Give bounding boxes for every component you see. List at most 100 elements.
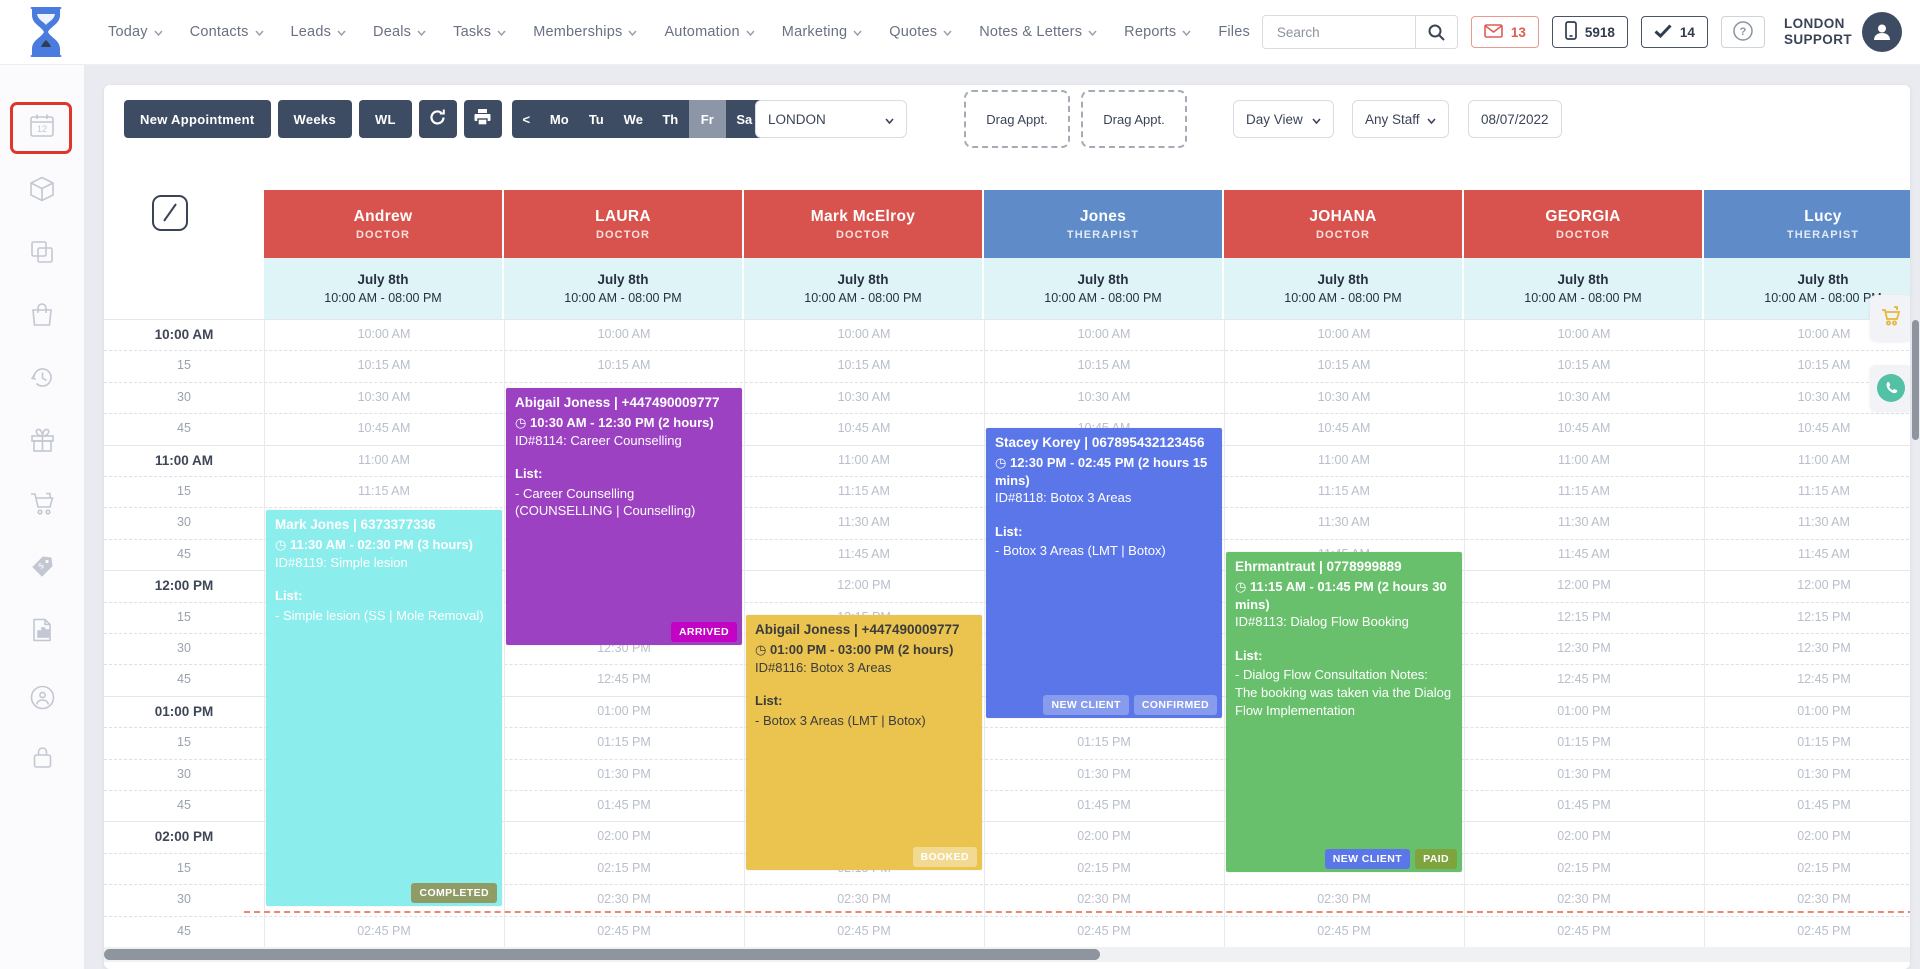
slot-cell[interactable]: 02:00 PM xyxy=(504,829,744,843)
sidebar-item-cart[interactable] xyxy=(25,489,59,523)
slot-cell[interactable]: 11:15 AM xyxy=(1704,484,1910,498)
day-button-tu[interactable]: Tu xyxy=(578,100,615,138)
staff-column-header-jones[interactable]: Jones THERAPIST xyxy=(984,190,1224,258)
sidebar-item-pages[interactable] xyxy=(25,237,59,271)
whatsapp-tool-button[interactable] xyxy=(1870,365,1910,411)
slot-cell[interactable]: 10:30 AM xyxy=(1464,390,1704,404)
slot-cell[interactable]: 02:45 PM xyxy=(744,924,984,938)
slot-cell[interactable]: 11:45 AM xyxy=(744,547,984,561)
slot-cell[interactable]: 12:00 PM xyxy=(1704,578,1910,592)
menu-item-tasks[interactable]: Tasks xyxy=(453,24,506,40)
menu-item-automation[interactable]: Automation xyxy=(664,24,755,40)
slot-cell[interactable]: 11:15 AM xyxy=(1224,484,1464,498)
slot-cell[interactable]: 10:15 AM xyxy=(504,358,744,372)
appointment-block[interactable]: Stacey Korey | 067895432123456 ◷ 12:30 PM… xyxy=(986,428,1222,718)
date-picker[interactable]: 08/07/2022 xyxy=(1468,100,1562,138)
slot-cell[interactable]: 01:45 PM xyxy=(504,798,744,812)
menu-item-reports[interactable]: Reports xyxy=(1124,24,1191,40)
slot-cell[interactable]: 10:00 AM xyxy=(984,327,1224,341)
slot-cell[interactable]: 01:15 PM xyxy=(1464,735,1704,749)
slot-cell[interactable]: 10:15 AM xyxy=(1464,358,1704,372)
waitlist-button[interactable]: WL xyxy=(358,100,412,138)
slot-cell[interactable]: 11:00 AM xyxy=(264,453,504,467)
slot-cell[interactable]: 10:45 AM xyxy=(1224,421,1464,435)
slot-cell[interactable]: 11:30 AM xyxy=(744,515,984,529)
menu-item-today[interactable]: Today xyxy=(108,24,163,40)
slot-cell[interactable]: 02:30 PM xyxy=(744,892,984,906)
slot-cell[interactable]: 12:30 PM xyxy=(1704,641,1910,655)
slot-cell[interactable]: 01:45 PM xyxy=(1704,798,1910,812)
search-icon[interactable] xyxy=(1414,16,1457,48)
slot-cell[interactable]: 02:00 PM xyxy=(1704,829,1910,843)
menu-item-files[interactable]: Files xyxy=(1218,24,1250,40)
staff-column-header-laura[interactable]: LAURA DOCTOR xyxy=(504,190,744,258)
search-input[interactable] xyxy=(1262,16,1415,48)
sidebar-item-lock[interactable] xyxy=(25,743,59,777)
sidebar-item-price-tag[interactable]: $ xyxy=(25,552,59,586)
sms-button[interactable]: 5918 xyxy=(1551,16,1628,48)
slot-cell[interactable]: 11:00 AM xyxy=(744,453,984,467)
slot-cell[interactable]: 10:15 AM xyxy=(744,358,984,372)
sidebar-item-support[interactable] xyxy=(25,683,59,717)
slot-cell[interactable]: 11:45 AM xyxy=(1704,547,1910,561)
slot-cell[interactable]: 02:00 PM xyxy=(984,829,1224,843)
app-logo[interactable] xyxy=(24,6,68,58)
appointment-block[interactable]: Abigail Joness | +447490009777 ◷ 10:30 AM… xyxy=(506,388,742,645)
slot-cell[interactable]: 01:30 PM xyxy=(1704,767,1910,781)
help-button[interactable]: ? xyxy=(1720,16,1765,48)
slot-cell[interactable]: 02:45 PM xyxy=(1224,924,1464,938)
refresh-button[interactable] xyxy=(418,100,457,138)
slot-cell[interactable]: 02:30 PM xyxy=(1464,892,1704,906)
slot-cell[interactable]: 11:15 AM xyxy=(264,484,504,498)
sidebar-item-gift[interactable] xyxy=(25,426,59,460)
slot-cell[interactable]: 02:00 PM xyxy=(1464,829,1704,843)
avatar[interactable] xyxy=(1862,12,1902,52)
slot-cell[interactable]: 10:45 AM xyxy=(264,421,504,435)
slot-cell[interactable]: 10:15 AM xyxy=(984,358,1224,372)
staff-select[interactable]: Any Staff xyxy=(1352,100,1449,138)
slot-cell[interactable]: 10:30 AM xyxy=(984,390,1224,404)
slot-cell[interactable]: 12:45 PM xyxy=(1704,672,1910,686)
slot-cell[interactable]: 10:45 AM xyxy=(744,421,984,435)
day-button-th[interactable]: Th xyxy=(652,100,689,138)
staff-column-header-georgia[interactable]: GEORGIA DOCTOR xyxy=(1464,190,1704,258)
menu-item-memberships[interactable]: Memberships xyxy=(533,24,638,40)
day-button-mo[interactable]: Mo xyxy=(541,100,578,138)
slot-cell[interactable]: 10:15 AM xyxy=(1224,358,1464,372)
staff-column-header-johana[interactable]: JOHANA DOCTOR xyxy=(1224,190,1464,258)
day-button-we[interactable]: We xyxy=(615,100,652,138)
slot-cell[interactable]: 01:45 PM xyxy=(1464,798,1704,812)
slot-cell[interactable]: 01:00 PM xyxy=(1704,704,1910,718)
mail-notifications-button[interactable]: 13 xyxy=(1470,16,1539,48)
menu-item-deals[interactable]: Deals xyxy=(373,24,426,40)
appointment-block[interactable]: Ehrmantraut | 0778999889 ◷ 11:15 AM - 01:… xyxy=(1226,552,1462,872)
slot-cell[interactable]: 10:00 AM xyxy=(1224,327,1464,341)
view-select[interactable]: Day View xyxy=(1233,100,1334,138)
staff-column-header-andrew[interactable]: Andrew DOCTOR xyxy=(264,190,504,258)
slot-cell[interactable]: 11:15 AM xyxy=(1464,484,1704,498)
slot-cell[interactable]: 10:00 AM xyxy=(744,327,984,341)
slot-cell[interactable]: 10:30 AM xyxy=(1224,390,1464,404)
slot-cell[interactable]: 02:15 PM xyxy=(1464,861,1704,875)
slot-cell[interactable]: 01:30 PM xyxy=(504,767,744,781)
slot-cell[interactable]: 01:30 PM xyxy=(1464,767,1704,781)
menu-item-marketing[interactable]: Marketing xyxy=(782,24,862,40)
slot-cell[interactable]: 12:45 PM xyxy=(1464,672,1704,686)
slot-cell[interactable]: 10:45 AM xyxy=(1704,421,1910,435)
slot-cell[interactable]: 01:15 PM xyxy=(504,735,744,749)
tasks-done-button[interactable]: 14 xyxy=(1640,16,1708,48)
slot-cell[interactable]: 10:00 AM xyxy=(264,327,504,341)
slot-cell[interactable]: 10:00 AM xyxy=(1464,327,1704,341)
slot-cell[interactable]: 12:15 PM xyxy=(1464,610,1704,624)
slot-cell[interactable]: 02:45 PM xyxy=(1464,924,1704,938)
drag-appointment-slot-2[interactable]: Drag Appt. xyxy=(1081,90,1187,148)
slot-cell[interactable]: 12:30 PM xyxy=(1464,641,1704,655)
slot-cell[interactable]: 11:30 AM xyxy=(1224,515,1464,529)
slot-cell[interactable]: 02:45 PM xyxy=(1704,924,1910,938)
slot-cell[interactable]: 01:00 PM xyxy=(504,704,744,718)
slot-cell[interactable]: 11:30 AM xyxy=(1704,515,1910,529)
slot-cell[interactable]: 02:15 PM xyxy=(504,861,744,875)
drag-appointment-slot-1[interactable]: Drag Appt. xyxy=(964,90,1070,148)
new-appointment-button[interactable]: New Appointment xyxy=(124,100,271,138)
slot-cell[interactable]: 01:45 PM xyxy=(984,798,1224,812)
